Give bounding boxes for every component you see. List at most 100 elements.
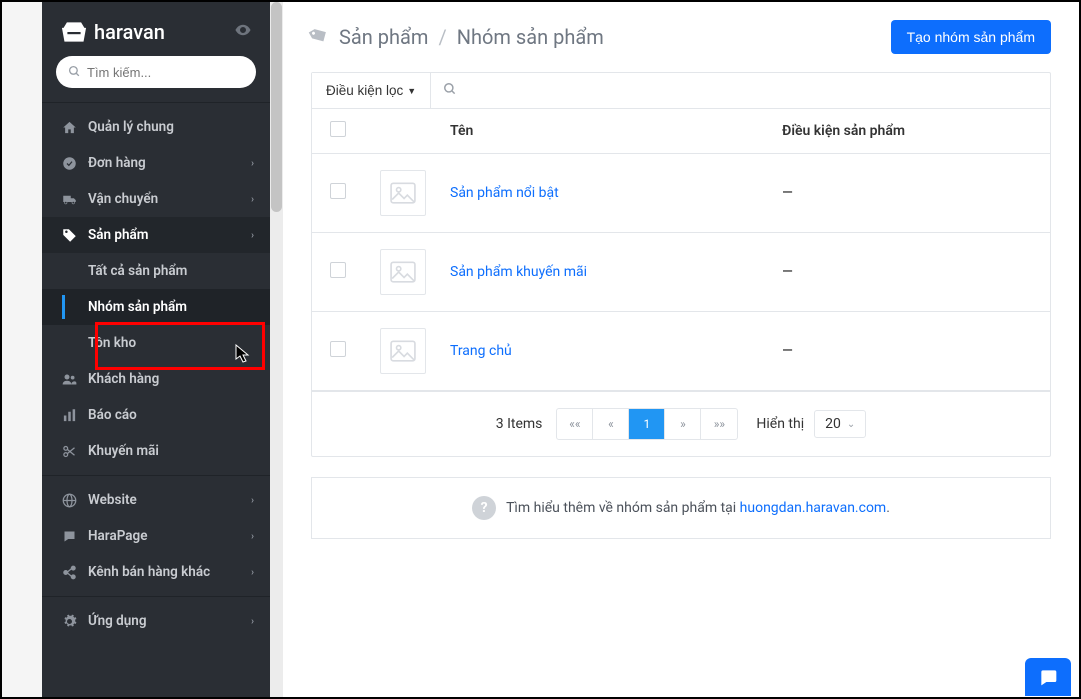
nav-item-apps[interactable]: Ứng dụng › [42,603,270,639]
tag-icon [306,22,334,52]
sub-item-collections[interactable]: Nhóm sản phẩm [42,289,270,325]
nav-item-orders[interactable]: Đơn hàng › [42,145,270,181]
per-page-select[interactable]: 20 ⌄ [814,410,866,438]
pagination: 3 Items «« « 1 » »» Hiển thị 20 ⌄ [312,391,1050,456]
table-row: Trang chủ — [312,312,1050,391]
image-placeholder [380,328,426,374]
chevron-right-icon: › [251,158,254,169]
chevron-right-icon: › [251,531,254,542]
bag-icon [60,21,88,43]
nav-label: Quản lý chung [88,119,174,135]
filter-dropdown[interactable]: Điều kiện lọc ▼ [312,73,431,108]
page-buttons: «« « 1 » »» [556,408,738,440]
visibility-toggle[interactable] [234,21,252,43]
nav-label: HaraPage [88,528,147,544]
breadcrumb: Sản phẩm / Nhóm sản phẩm [311,25,604,49]
collection-link[interactable]: Trang chủ [450,343,512,359]
collections-table: Tên Điều kiện sản phẩm Sản phẩm nổi bật … [312,109,1050,456]
users-icon [58,372,80,387]
nav-label: Ứng dụng [88,613,147,629]
eye-icon [234,21,252,39]
image-placeholder [380,170,426,216]
nav-item-discounts[interactable]: Khuyến mãi [42,433,270,469]
nav-label: Đơn hàng [88,155,146,171]
row-checkbox[interactable] [330,341,346,357]
collection-link[interactable]: Sản phẩm nổi bật [450,185,559,201]
nav-item-customers[interactable]: Khách hàng [42,361,270,397]
image-placeholder [380,249,426,295]
nav-item-dashboard[interactable]: Quản lý chung [42,109,270,145]
chevron-right-icon: › [251,495,254,506]
filter-bar: Điều kiện lọc ▼ [312,73,1050,109]
share-icon [58,565,80,580]
search-icon [443,81,457,100]
gear-icon [58,614,80,629]
breadcrumb-parent[interactable]: Sản phẩm [339,25,428,49]
sidebar-scrollbar[interactable] [270,2,283,697]
row-checkbox[interactable] [330,183,346,199]
nav-item-website[interactable]: Website › [42,482,270,518]
brand-name: haravan [94,20,165,44]
table-row: Sản phẩm nổi bật — [312,154,1050,233]
help-text: Tìm hiểu thêm về nhóm sản phẩm tại huong… [506,500,890,516]
select-all-checkbox[interactable] [330,121,346,137]
main-content: Sản phẩm / Nhóm sản phẩm Tạo nhóm sản ph… [283,2,1079,697]
chat-bubble-icon [1038,667,1058,687]
image-icon [390,182,416,204]
collection-link[interactable]: Sản phẩm khuyến mãi [450,264,587,280]
nav-item-harapage[interactable]: HaraPage › [42,518,270,554]
row-condition: — [782,264,1032,280]
scissors-icon [58,444,80,459]
filter-search[interactable] [431,73,1050,108]
breadcrumb-current: Nhóm sản phẩm [457,25,604,49]
row-condition: — [782,343,1032,359]
chart-icon [58,408,80,423]
header-name: Tên [450,123,782,139]
sub-item-all-products[interactable]: Tất cả sản phẩm [42,253,270,289]
caret-down-icon: ▼ [407,86,416,96]
nav-divider [42,596,270,597]
page-header: Sản phẩm / Nhóm sản phẩm Tạo nhóm sản ph… [283,2,1079,72]
search-input[interactable] [87,65,244,80]
row-checkbox[interactable] [330,262,346,278]
create-collection-button[interactable]: Tạo nhóm sản phẩm [891,20,1051,54]
nav-label: Kênh bán hàng khác [88,564,210,580]
nav-item-shipping[interactable]: Vận chuyển › [42,181,270,217]
page-last[interactable]: »» [701,409,737,439]
breadcrumb-separator: / [438,25,446,49]
scrollbar-thumb[interactable] [271,2,282,212]
content-panel: Điều kiện lọc ▼ Tên Điều kiện sản phẩm [311,72,1051,457]
sidebar: haravan Quản lý chung Đơn hàng › [42,2,270,697]
table-row: Sản phẩm khuyến mãi — [312,233,1050,312]
search-box[interactable] [56,56,256,88]
sub-label: Tồn kho [88,335,136,351]
sub-item-inventory[interactable]: Tồn kho [42,325,270,361]
chat-icon [58,529,80,544]
chat-button[interactable] [1025,658,1071,696]
help-link[interactable]: huongdan.haravan.com [740,500,887,516]
chevron-right-icon: › [251,616,254,627]
globe-icon [58,493,80,508]
page-current[interactable]: 1 [629,409,665,439]
nav-label: Khuyến mãi [88,443,159,459]
display-label: Hiển thị [756,416,804,432]
nav-item-products[interactable]: Sản phẩm › [42,217,270,253]
page-prev[interactable]: « [593,409,629,439]
check-badge-icon [58,156,80,171]
nav-label: Sản phẩm [88,227,149,243]
nav-item-reports[interactable]: Báo cáo [42,397,270,433]
table-header: Tên Điều kiện sản phẩm [312,109,1050,154]
brand-logo[interactable]: haravan [60,20,165,44]
chevron-right-icon: › [251,194,254,205]
nav-item-sales-channels[interactable]: Kênh bán hàng khác › [42,554,270,590]
page-first[interactable]: «« [557,409,593,439]
nav-label: Vận chuyển [88,191,158,207]
nav-label: Khách hàng [88,371,159,387]
chevron-right-icon: › [251,567,254,578]
page-next[interactable]: » [665,409,701,439]
chevron-down-icon: ⌄ [847,419,855,430]
sub-label: Nhóm sản phẩm [88,299,187,315]
nav: Quản lý chung Đơn hàng › Vận chuyển › Sả… [42,103,270,697]
image-icon [390,340,416,362]
search-icon [68,63,81,82]
